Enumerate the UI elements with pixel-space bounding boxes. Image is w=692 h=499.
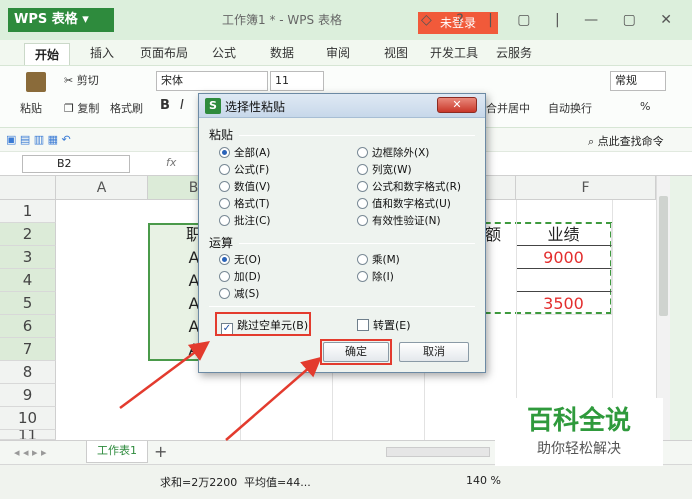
arrow-to-skip-blanks: [119, 341, 211, 410]
annotation-arrows: [119, 341, 322, 441]
arrow-to-ok: [225, 356, 322, 441]
